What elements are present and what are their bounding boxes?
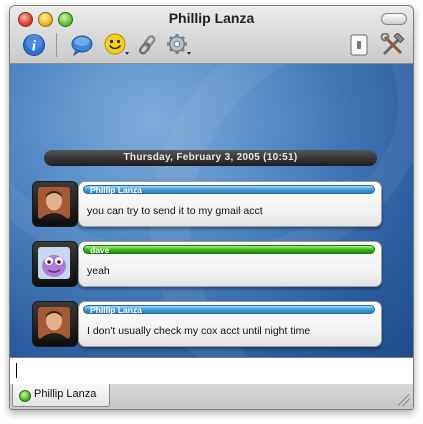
message-row: Phillip Lanza I don't usually check my c… [32,301,382,347]
text-caret [16,363,17,378]
user-photo-icon [38,187,70,219]
action-button[interactable] [166,33,192,57]
message-text: yeah [87,265,110,277]
info-button[interactable]: i [22,33,46,57]
avatar[interactable] [32,181,78,227]
sender-name: dave [83,245,375,255]
title-bar[interactable]: Phillip Lanza i [10,6,413,64]
switch-icon [350,34,368,56]
smiley-icon [104,33,129,55]
link-button[interactable] [136,33,160,57]
message-text: you can try to send it to my gmail acct [87,205,263,217]
block-button[interactable] [348,33,370,57]
sender-name: Phillip Lanza [83,185,375,195]
sender-name: Phillip Lanza [83,305,375,315]
gear-icon [167,34,191,55]
message-row: Phillip Lanza you can try to send it to … [32,181,382,227]
message-bubble[interactable]: Phillip Lanza you can try to send it to … [78,181,382,227]
message-input[interactable] [10,357,413,385]
tab-phillip-lanza[interactable]: Phillip Lanza [12,384,110,407]
emoticon-button[interactable] [104,33,130,57]
toolbar-toggle-button[interactable] [381,13,407,25]
window-title: Phillip Lanza [168,10,255,26]
message-text: I don't usually check my cox acct until … [87,325,311,337]
info-icon: i [23,34,45,56]
toolbar-separator [56,33,57,57]
chat-window: Phillip Lanza i Thursday, February 3, 20… [9,5,414,410]
tools-icon [380,33,405,56]
resize-grip-icon[interactable] [398,394,410,406]
online-status-icon [19,390,31,402]
message-bubble[interactable]: Phillip Lanza I don't usually check my c… [78,301,382,347]
message-row: dave yeah [32,241,382,287]
link-icon [138,35,156,55]
message-bubble[interactable]: dave yeah [78,241,382,287]
speech-bubble-icon [71,35,93,57]
user-photo-icon [38,307,70,339]
avatar[interactable] [32,241,78,287]
message-view[interactable]: Thursday, February 3, 2005 (10:51) Phill… [10,64,413,357]
avatar[interactable] [32,301,78,347]
monster-avatar-icon [38,247,70,279]
message-button[interactable] [70,33,94,57]
tab-bar: Phillip Lanza [10,384,413,409]
date-header: Thursday, February 3, 2005 (10:51) [44,150,377,166]
tools-button[interactable] [380,33,406,57]
tab-label: Phillip Lanza [34,388,97,400]
